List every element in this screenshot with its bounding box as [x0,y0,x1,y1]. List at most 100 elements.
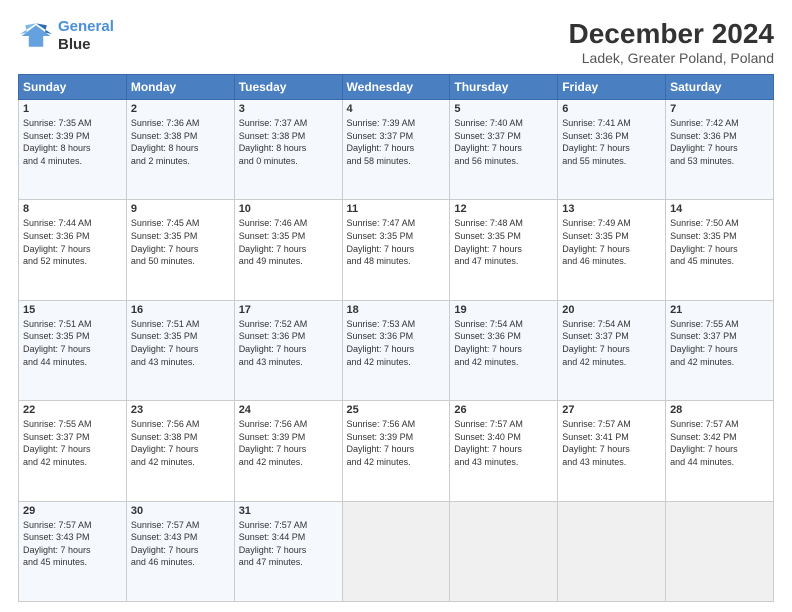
calendar-subtitle: Ladek, Greater Poland, Poland [569,50,774,66]
day-number: 14 [670,203,769,215]
day-cell [342,501,450,601]
day-number: 16 [131,304,230,316]
day-cell: 12 Sunrise: 7:48 AM Sunset: 3:35 PM Dayli… [450,200,558,300]
day-cell: 1 Sunrise: 7:35 AM Sunset: 3:39 PM Daylig… [19,100,127,200]
title-block: December 2024 Ladek, Greater Poland, Pol… [569,18,774,66]
day-number: 11 [347,203,446,215]
header: General Blue December 2024 Ladek, Greate… [18,18,774,66]
day-cell: 15 Sunrise: 7:51 AM Sunset: 3:35 PM Dayli… [19,300,127,400]
day-cell: 23 Sunrise: 7:56 AM Sunset: 3:38 PM Dayli… [126,401,234,501]
day-number: 21 [670,304,769,316]
day-number: 18 [347,304,446,316]
day-info: Sunrise: 7:57 AM Sunset: 3:43 PM Dayligh… [23,519,122,569]
day-info: Sunrise: 7:51 AM Sunset: 3:35 PM Dayligh… [131,318,230,368]
week-row-3: 15 Sunrise: 7:51 AM Sunset: 3:35 PM Dayli… [19,300,774,400]
day-cell: 4Sunrise: 7:39 AM Sunset: 3:37 PM Daylig… [342,100,450,200]
day-info: Sunrise: 7:36 AM Sunset: 3:38 PM Dayligh… [131,117,230,167]
day-number: 19 [454,304,553,316]
day-number: 23 [131,404,230,416]
day-number: 3 [239,103,338,115]
day-info: Sunrise: 7:57 AM Sunset: 3:40 PM Dayligh… [454,418,553,468]
day-info: Sunrise: 7:50 AM Sunset: 3:35 PM Dayligh… [670,217,769,267]
day-info: Sunrise: 7:46 AM Sunset: 3:35 PM Dayligh… [239,217,338,267]
col-header-sunday: Sunday [19,75,127,100]
day-number: 1 [23,103,122,115]
day-info: Sunrise: 7:55 AM Sunset: 3:37 PM Dayligh… [670,318,769,368]
day-info: Sunrise: 7:53 AM Sunset: 3:36 PM Dayligh… [347,318,446,368]
day-cell [450,501,558,601]
day-info: Sunrise: 7:54 AM Sunset: 3:36 PM Dayligh… [454,318,553,368]
day-info: Sunrise: 7:44 AM Sunset: 3:36 PM Dayligh… [23,217,122,267]
logo-line2: Blue [58,36,91,53]
page: General Blue December 2024 Ladek, Greate… [0,0,792,612]
day-cell: 5Sunrise: 7:40 AM Sunset: 3:37 PM Daylig… [450,100,558,200]
day-cell: 6 Sunrise: 7:41 AM Sunset: 3:36 PM Daylig… [558,100,666,200]
logo: General Blue [18,18,114,54]
day-number: 6 [562,103,661,115]
day-info: Sunrise: 7:57 AM Sunset: 3:44 PM Dayligh… [239,519,338,569]
col-header-saturday: Saturday [666,75,774,100]
day-number: 24 [239,404,338,416]
day-cell: 10 Sunrise: 7:46 AM Sunset: 3:35 PM Dayli… [234,200,342,300]
week-row-4: 22 Sunrise: 7:55 AM Sunset: 3:37 PM Dayli… [19,401,774,501]
day-cell: 16 Sunrise: 7:51 AM Sunset: 3:35 PM Dayli… [126,300,234,400]
day-number: 2 [131,103,230,115]
day-cell: 9Sunrise: 7:45 AM Sunset: 3:35 PM Daylig… [126,200,234,300]
day-number: 26 [454,404,553,416]
day-info: Sunrise: 7:35 AM Sunset: 3:39 PM Dayligh… [23,117,122,167]
day-cell: 14 Sunrise: 7:50 AM Sunset: 3:35 PM Dayli… [666,200,774,300]
day-cell: 26 Sunrise: 7:57 AM Sunset: 3:40 PM Dayli… [450,401,558,501]
day-number: 15 [23,304,122,316]
day-info: Sunrise: 7:48 AM Sunset: 3:35 PM Dayligh… [454,217,553,267]
day-info: Sunrise: 7:55 AM Sunset: 3:37 PM Dayligh… [23,418,122,468]
day-info: Sunrise: 7:52 AM Sunset: 3:36 PM Dayligh… [239,318,338,368]
logo-line1: General [58,18,114,35]
logo-text: General Blue [58,18,114,54]
day-info: Sunrise: 7:57 AM Sunset: 3:43 PM Dayligh… [131,519,230,569]
day-cell: 20Sunrise: 7:54 AM Sunset: 3:37 PM Dayli… [558,300,666,400]
day-number: 5 [454,103,553,115]
day-info: Sunrise: 7:37 AM Sunset: 3:38 PM Dayligh… [239,117,338,167]
calendar-title: December 2024 [569,18,774,50]
day-cell: 13 Sunrise: 7:49 AM Sunset: 3:35 PM Dayli… [558,200,666,300]
logo-icon [18,18,54,54]
calendar-table: SundayMondayTuesdayWednesdayThursdayFrid… [18,74,774,602]
day-number: 17 [239,304,338,316]
day-number: 22 [23,404,122,416]
day-info: Sunrise: 7:56 AM Sunset: 3:39 PM Dayligh… [347,418,446,468]
day-number: 12 [454,203,553,215]
day-number: 10 [239,203,338,215]
day-info: Sunrise: 7:49 AM Sunset: 3:35 PM Dayligh… [562,217,661,267]
col-header-friday: Friday [558,75,666,100]
day-cell: 31 Sunrise: 7:57 AM Sunset: 3:44 PM Dayli… [234,501,342,601]
day-info: Sunrise: 7:56 AM Sunset: 3:39 PM Dayligh… [239,418,338,468]
calendar-header-row: SundayMondayTuesdayWednesdayThursdayFrid… [19,75,774,100]
day-info: Sunrise: 7:41 AM Sunset: 3:36 PM Dayligh… [562,117,661,167]
day-info: Sunrise: 7:57 AM Sunset: 3:41 PM Dayligh… [562,418,661,468]
day-cell: 29Sunrise: 7:57 AM Sunset: 3:43 PM Dayli… [19,501,127,601]
day-cell: 8Sunrise: 7:44 AM Sunset: 3:36 PM Daylig… [19,200,127,300]
day-number: 31 [239,505,338,517]
day-cell: 7Sunrise: 7:42 AM Sunset: 3:36 PM Daylig… [666,100,774,200]
col-header-monday: Monday [126,75,234,100]
day-cell: 22 Sunrise: 7:55 AM Sunset: 3:37 PM Dayli… [19,401,127,501]
day-cell: 11 Sunrise: 7:47 AM Sunset: 3:35 PM Dayli… [342,200,450,300]
day-info: Sunrise: 7:51 AM Sunset: 3:35 PM Dayligh… [23,318,122,368]
day-info: Sunrise: 7:42 AM Sunset: 3:36 PM Dayligh… [670,117,769,167]
day-cell: 25Sunrise: 7:56 AM Sunset: 3:39 PM Dayli… [342,401,450,501]
day-info: Sunrise: 7:45 AM Sunset: 3:35 PM Dayligh… [131,217,230,267]
day-cell: 27 Sunrise: 7:57 AM Sunset: 3:41 PM Dayli… [558,401,666,501]
day-cell: 18 Sunrise: 7:53 AM Sunset: 3:36 PM Dayli… [342,300,450,400]
week-row-2: 8Sunrise: 7:44 AM Sunset: 3:36 PM Daylig… [19,200,774,300]
col-header-tuesday: Tuesday [234,75,342,100]
day-info: Sunrise: 7:56 AM Sunset: 3:38 PM Dayligh… [131,418,230,468]
day-cell [558,501,666,601]
day-cell: 3 Sunrise: 7:37 AM Sunset: 3:38 PM Daylig… [234,100,342,200]
day-cell: 19 Sunrise: 7:54 AM Sunset: 3:36 PM Dayli… [450,300,558,400]
day-number: 20 [562,304,661,316]
day-info: Sunrise: 7:47 AM Sunset: 3:35 PM Dayligh… [347,217,446,267]
day-number: 27 [562,404,661,416]
week-row-5: 29Sunrise: 7:57 AM Sunset: 3:43 PM Dayli… [19,501,774,601]
day-cell: 24 Sunrise: 7:56 AM Sunset: 3:39 PM Dayli… [234,401,342,501]
day-number: 13 [562,203,661,215]
